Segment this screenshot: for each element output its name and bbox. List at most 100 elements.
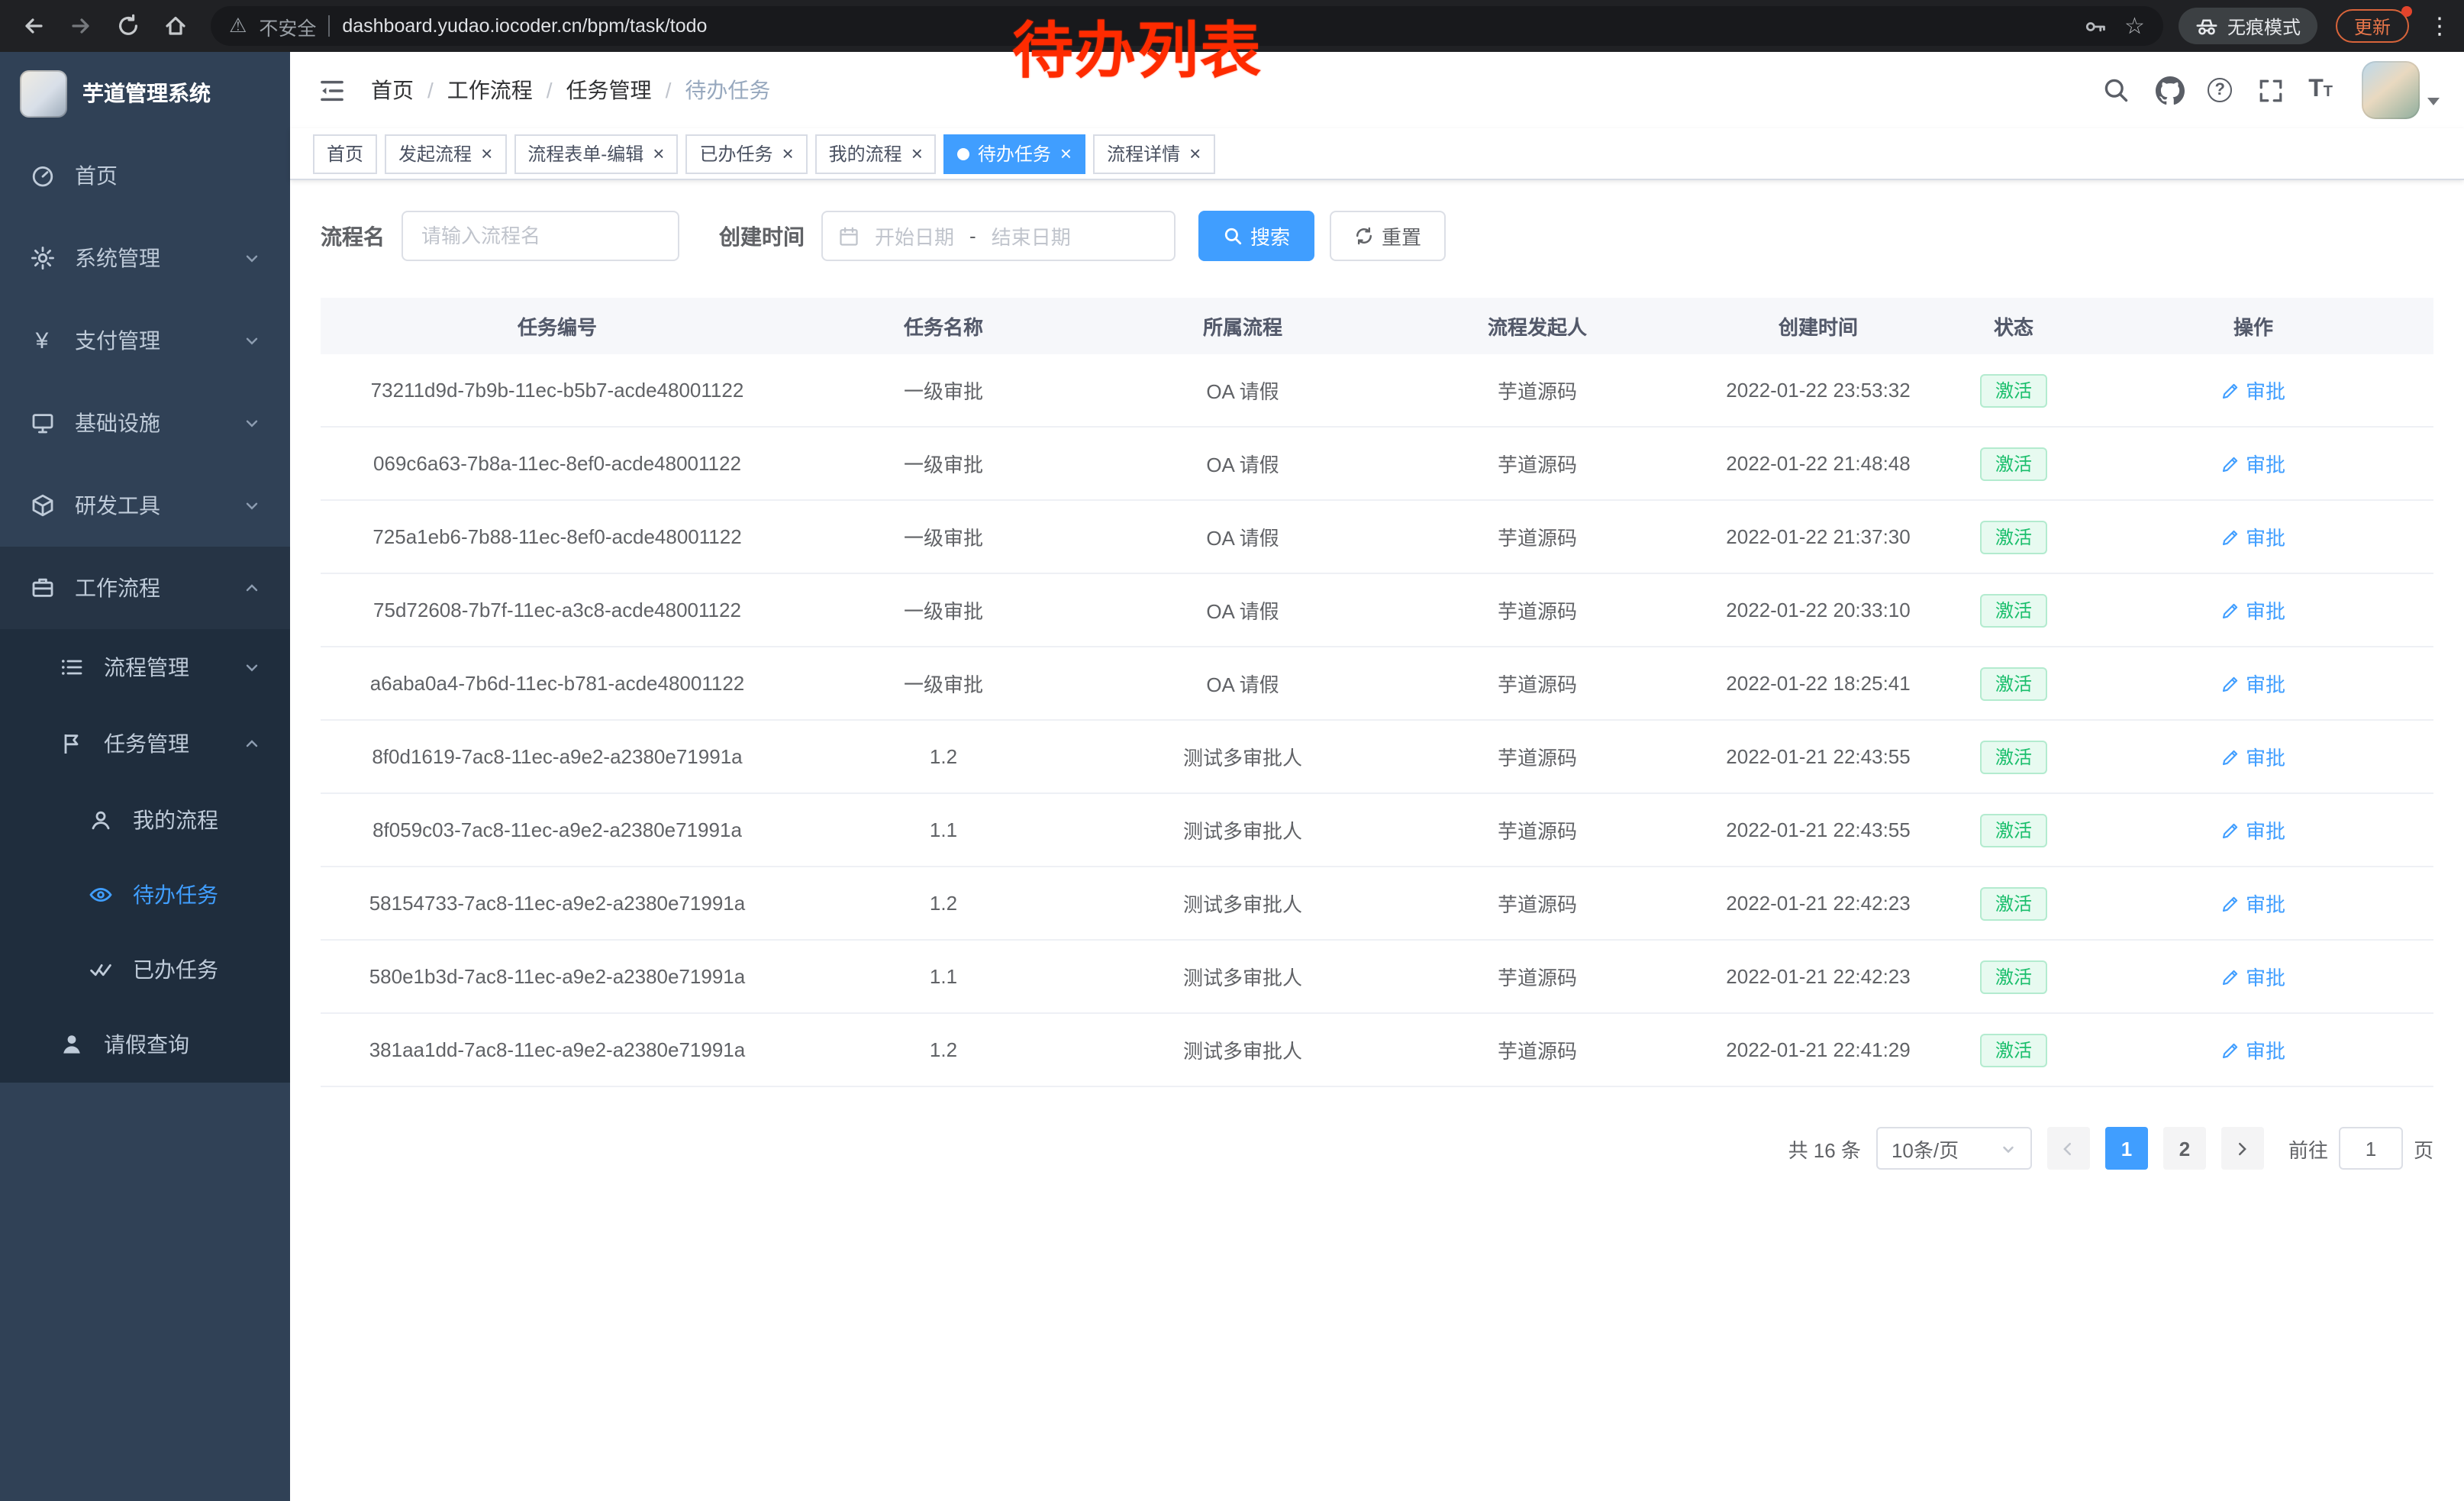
reset-button[interactable]: 重置 (1330, 211, 1446, 261)
sidebar-item-workflow[interactable]: 工作流程 (0, 547, 290, 629)
tab-start-process[interactable]: 发起流程 × (385, 134, 506, 173)
github-icon[interactable] (2154, 75, 2185, 105)
breadcrumb-home[interactable]: 首页 (371, 75, 414, 105)
tab-label: 已办任务 (699, 140, 772, 166)
fullscreen-icon[interactable] (2255, 75, 2285, 105)
browser-forward-icon[interactable] (60, 5, 101, 47)
tab-todo-tasks[interactable]: 待办任务 × (944, 134, 1085, 173)
sidebar-item-task-management[interactable]: 任务管理 (0, 705, 290, 782)
browser-reload-icon[interactable] (107, 5, 148, 47)
tab-done-tasks[interactable]: 已办任务 × (685, 134, 807, 173)
list-icon (58, 654, 84, 680)
page-size-select[interactable]: 10条/页 (1876, 1127, 2032, 1170)
approve-button[interactable]: 审批 (2221, 376, 2285, 405)
sidebar-item-payment[interactable]: ¥ 支付管理 (0, 299, 290, 382)
user-menu[interactable] (2362, 61, 2440, 119)
date-range-picker[interactable]: 开始日期 - 结束日期 (821, 211, 1176, 261)
prev-page-button[interactable] (2047, 1127, 2090, 1170)
tab-label: 首页 (327, 140, 363, 166)
approve-button[interactable]: 审批 (2221, 596, 2285, 625)
task-time: 2022-01-21 22:43:55 (1682, 794, 1954, 866)
help-icon[interactable]: ? (2208, 78, 2232, 102)
bookmark-star-icon[interactable]: ☆ (2124, 15, 2145, 37)
sidebar-item-todo-tasks[interactable]: 待办任务 (0, 857, 290, 931)
chevron-down-icon (243, 331, 261, 350)
page-button-1[interactable]: 1 (2105, 1127, 2148, 1170)
task-process: 测试多审批人 (1093, 1014, 1392, 1086)
page-content: 流程名 创建时间 开始日期 - 结束日期 搜索 (290, 180, 2464, 1501)
table-row: 75d72608-7b7f-11ec-a3c8-acde48001122 一级审… (321, 574, 2433, 647)
col-process: 所属流程 (1093, 298, 1392, 354)
search-button[interactable]: 搜索 (1198, 211, 1314, 261)
end-date-placeholder: 结束日期 (992, 221, 1071, 250)
browser-update-button[interactable]: 更新 (2336, 9, 2409, 43)
search-label: 搜索 (1250, 221, 1290, 250)
search-icon[interactable] (2101, 75, 2131, 105)
font-size-icon[interactable]: TT (2308, 76, 2333, 104)
password-key-icon[interactable] (2083, 15, 2106, 37)
task-name: 1.1 (794, 794, 1093, 866)
avatar[interactable] (2362, 61, 2420, 119)
font-size-small-glyph: T (2324, 84, 2333, 101)
approve-button[interactable]: 审批 (2221, 889, 2285, 918)
task-name: 1.1 (794, 941, 1093, 1012)
close-icon[interactable]: × (653, 144, 664, 163)
approve-button[interactable]: 审批 (2221, 962, 2285, 991)
sidebar-item-infrastructure[interactable]: 基础设施 (0, 382, 290, 464)
browser-menu-icon[interactable]: ⋮ (2427, 12, 2452, 40)
update-label: 更新 (2354, 13, 2391, 39)
task-name: 1.2 (794, 867, 1093, 939)
col-actions: 操作 (2073, 298, 2433, 354)
approve-button[interactable]: 审批 (2221, 1035, 2285, 1064)
pagination-total: 共 16 条 (1788, 1134, 1861, 1163)
task-time: 2022-01-21 22:43:55 (1682, 721, 1954, 792)
approve-label: 审批 (2246, 596, 2285, 625)
sidebar-item-process-management[interactable]: 流程管理 (0, 629, 290, 705)
sidebar-item-done-tasks[interactable]: 已办任务 (0, 931, 290, 1006)
approve-button[interactable]: 审批 (2221, 669, 2285, 698)
security-label: 不安全 (259, 11, 316, 40)
process-name-label: 流程名 (321, 221, 385, 251)
goto-page-input[interactable] (2339, 1127, 2403, 1170)
incognito-label: 无痕模式 (2227, 13, 2301, 39)
chevron-down-icon (2000, 1140, 2017, 1157)
top-navbar: 首页 / 工作流程 / 任务管理 / 待办任务 ? (290, 52, 2464, 128)
page-button-2[interactable]: 2 (2163, 1127, 2206, 1170)
task-id: 069c6a63-7b8a-11ec-8ef0-acde48001122 (321, 428, 794, 499)
approve-button[interactable]: 审批 (2221, 815, 2285, 844)
sidebar-item-label: 系统管理 (75, 243, 160, 273)
chevron-down-icon (243, 249, 261, 267)
next-page-button[interactable] (2221, 1127, 2264, 1170)
sidebar-item-system[interactable]: 系统管理 (0, 217, 290, 299)
sidebar-collapse-icon[interactable] (314, 73, 348, 107)
sidebar-item-home[interactable]: 首页 (0, 134, 290, 217)
sidebar-item-devtools[interactable]: 研发工具 (0, 464, 290, 547)
close-icon[interactable]: × (1189, 144, 1201, 163)
close-icon[interactable]: × (782, 144, 793, 163)
tab-form-edit[interactable]: 流程表单-编辑 × (514, 134, 678, 173)
process-name-input[interactable] (402, 211, 679, 261)
approve-button[interactable]: 审批 (2221, 522, 2285, 551)
tab-home[interactable]: 首页 (313, 134, 377, 173)
breadcrumb-task-management[interactable]: 任务管理 (566, 75, 652, 105)
tags-view: 首页 发起流程 × 流程表单-编辑 × 已办任务 × 我的流程 × (290, 128, 2464, 180)
app-title: 芋道管理系统 (82, 78, 211, 108)
gear-icon (29, 245, 55, 271)
breadcrumb-workflow[interactable]: 工作流程 (447, 75, 533, 105)
main-panel: 首页 / 工作流程 / 任务管理 / 待办任务 ? (290, 52, 2464, 1501)
browser-back-icon[interactable] (12, 5, 53, 47)
tab-process-detail[interactable]: 流程详情 × (1093, 134, 1214, 173)
task-starter: 芋道源码 (1392, 1014, 1682, 1086)
approve-button[interactable]: 审批 (2221, 742, 2285, 771)
close-icon[interactable]: × (481, 144, 492, 163)
sidebar-item-my-process[interactable]: 我的流程 (0, 782, 290, 857)
close-icon[interactable]: × (1060, 144, 1072, 163)
tab-my-process[interactable]: 我的流程 × (815, 134, 937, 173)
approve-button[interactable]: 审批 (2221, 449, 2285, 478)
sidebar-item-leave-query[interactable]: 请假查询 (0, 1006, 290, 1083)
tab-label: 待办任务 (978, 140, 1051, 166)
monitor-icon (29, 410, 55, 436)
close-icon[interactable]: × (911, 144, 923, 163)
task-id: 8f0d1619-7ac8-11ec-a9e2-a2380e71991a (321, 721, 794, 792)
browser-home-icon[interactable] (154, 5, 195, 47)
